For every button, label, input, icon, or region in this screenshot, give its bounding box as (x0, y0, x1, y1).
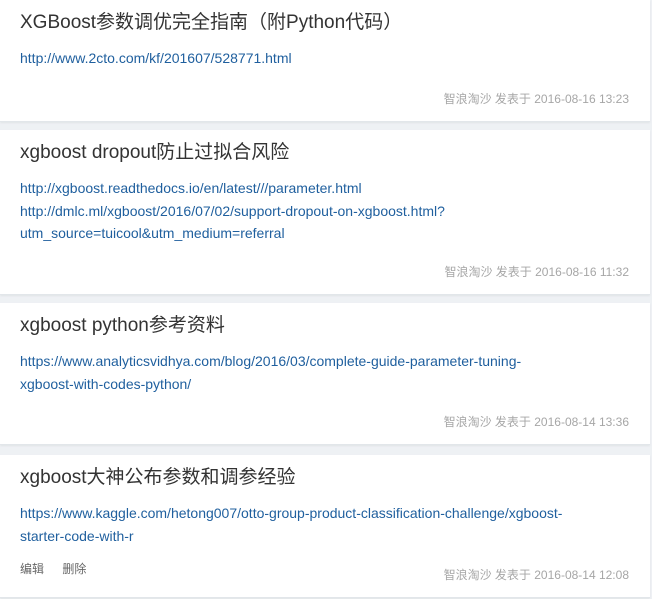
post-meta: 智浪淘沙 发表于 2016-08-14 12:08 (443, 568, 629, 582)
post-list: XGBoost参数调优完全指南（附Python代码） http://www.2c… (0, 0, 652, 599)
post-title[interactable]: xgboost dropout防止过拟合风险 (20, 140, 289, 166)
post-link[interactable]: https://www.kaggle.com/hetong007/otto-gr… (20, 502, 640, 525)
post-actions: 编辑 删除 (20, 560, 101, 577)
post-link[interactable]: https://www.analyticsvidhya.com/blog/201… (20, 350, 640, 373)
post-link[interactable]: starter-code-with-r (20, 525, 640, 548)
post-meta: 智浪淘沙 发表于 2016-08-16 13:23 (443, 92, 629, 106)
post-body: http://www.2cto.com/kf/201607/528771.htm… (20, 47, 640, 70)
delete-button[interactable]: 删除 (62, 562, 86, 576)
post-meta: 智浪淘沙 发表于 2016-08-16 11:32 (444, 265, 629, 279)
post-link[interactable]: xgboost-with-codes-python/ (20, 373, 640, 396)
post-title[interactable]: XGBoost参数调优完全指南（附Python代码） (20, 10, 402, 36)
post-link[interactable]: utm_source=tuicool&utm_medium=referral (20, 222, 640, 245)
post-body: https://www.analyticsvidhya.com/blog/201… (20, 350, 640, 395)
post-card: XGBoost参数调优完全指南（附Python代码） http://www.2c… (0, 0, 650, 122)
post-link[interactable]: http://xgboost.readthedocs.io/en/latest/… (20, 177, 640, 200)
post-card: xgboost dropout防止过拟合风险 http://xgboost.re… (0, 130, 650, 295)
post-title[interactable]: xgboost大神公布参数和调参经验 (20, 465, 296, 491)
post-title[interactable]: xgboost python参考资料 (20, 313, 225, 339)
post-link[interactable]: http://dmlc.ml/xgboost/2016/07/02/suppor… (20, 200, 640, 223)
post-link[interactable]: http://www.2cto.com/kf/201607/528771.htm… (20, 47, 640, 70)
post-body: https://www.kaggle.com/hetong007/otto-gr… (20, 502, 640, 547)
post-card: xgboost python参考资料 https://www.analytics… (0, 303, 650, 445)
post-card: xgboost大神公布参数和调参经验 https://www.kaggle.co… (0, 455, 650, 598)
post-body: http://xgboost.readthedocs.io/en/latest/… (20, 177, 640, 245)
edit-button[interactable]: 编辑 (20, 562, 44, 576)
post-meta: 智浪淘沙 发表于 2016-08-14 13:36 (443, 415, 629, 429)
